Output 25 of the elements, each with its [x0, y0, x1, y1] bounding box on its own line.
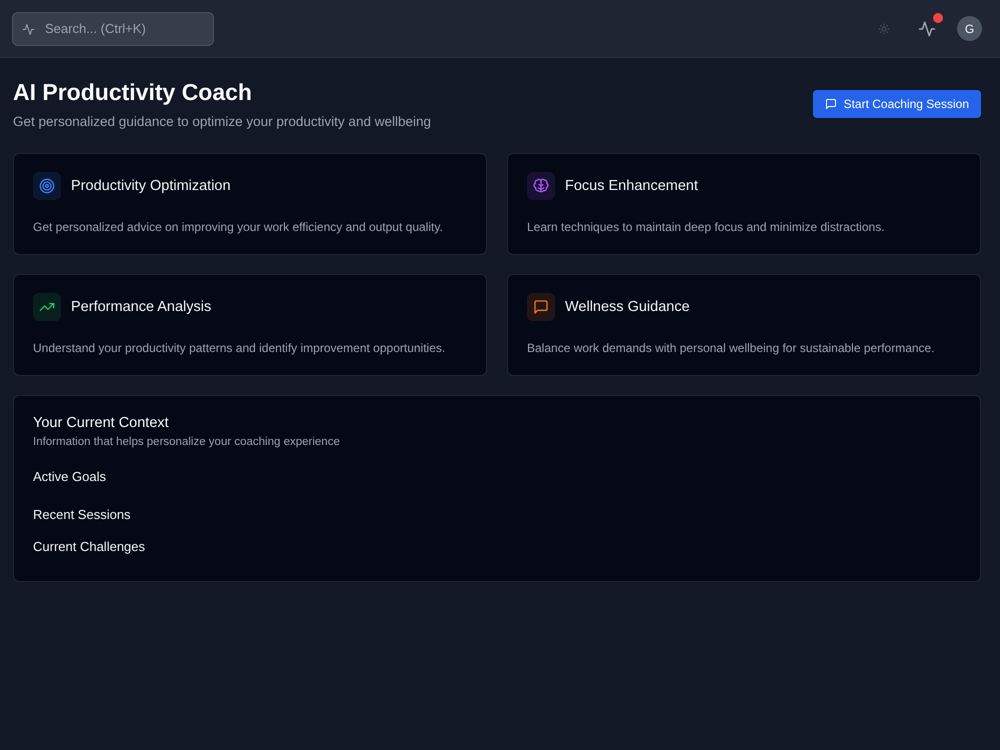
- feature-description: Balance work demands with personal wellbeing for sustainable performance.: [527, 340, 935, 356]
- feature-title: Wellness Guidance: [565, 299, 690, 315]
- page-subtitle: Get personalized guidance to optimize your productivity and wellbeing: [13, 113, 431, 131]
- search-field[interactable]: Search... (Ctrl+K): [12, 12, 214, 46]
- context-section-heading: Current Challenges: [33, 538, 146, 556]
- user-avatar[interactable]: G: [957, 16, 982, 41]
- feature-title: Focus Enhancement: [565, 178, 698, 194]
- feature-title: Productivity Optimization: [71, 178, 231, 194]
- feature-card[interactable]: Performance Analysis Understand your productivity patterns and identify improvement opportunities.: [13, 274, 487, 376]
- context-subtitle: Information that helps personalize your coaching experience: [33, 435, 340, 450]
- feature-card[interactable]: Productivity Optimization Get personalized advice on improving your work efficiency and output quality.: [13, 153, 487, 255]
- start-session-button[interactable]: Start Coaching Session: [812, 90, 981, 118]
- feature-card[interactable]: Wellness Guidance Balance work demands with personal wellbeing for sustainable performance.: [507, 274, 981, 376]
- context-title: Your Current Context: [33, 414, 169, 433]
- feature-description: Get personalized advice on improving your work efficiency and output quality.: [33, 219, 443, 235]
- feature-description: Learn techniques to maintain deep focus and minimize distractions.: [527, 219, 885, 235]
- feature-description: Understand your productivity patterns and identify improvement opportunities.: [33, 340, 446, 356]
- activity-icon: [22, 22, 35, 36]
- context-section-heading: Recent Sessions: [33, 506, 131, 524]
- context-section-heading: Active Goals: [33, 468, 106, 486]
- feature-card[interactable]: Focus Enhancement Learn techniques to maintain deep focus and minimize distractions.: [507, 153, 981, 255]
- activity-icon[interactable]: [918, 20, 936, 38]
- page-title: AI Productivity Coach: [13, 78, 252, 107]
- chat-bubble-icon: [824, 98, 837, 110]
- feature-title: Performance Analysis: [71, 299, 212, 315]
